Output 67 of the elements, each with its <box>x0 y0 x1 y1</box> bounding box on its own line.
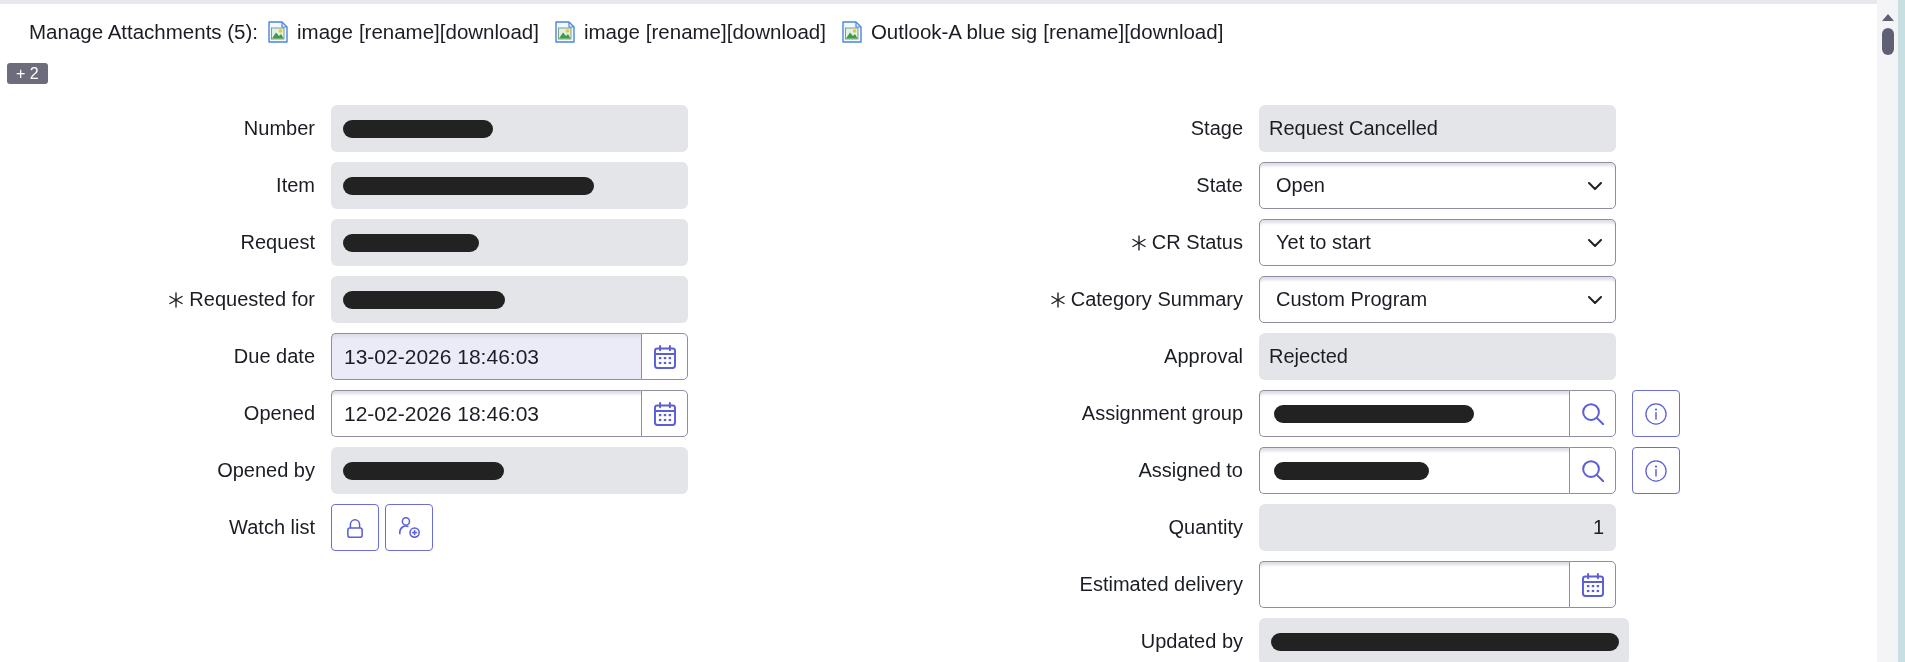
attachment-name-link[interactable]: image <box>583 20 640 44</box>
search-icon <box>1581 402 1604 425</box>
search-button[interactable] <box>1569 447 1616 494</box>
download-link[interactable]: [download] <box>1124 20 1224 44</box>
download-link[interactable]: [download] <box>726 20 826 44</box>
dropdown-field[interactable]: Open <box>1259 162 1616 209</box>
date-input-field[interactable]: 12-02-2026 18:46:03 <box>331 390 641 437</box>
reference-input-field[interactable] <box>1259 390 1569 437</box>
field-label: Request <box>240 231 315 254</box>
date-input-field[interactable] <box>1259 561 1569 608</box>
field-label: Item <box>276 174 315 197</box>
rename-link[interactable]: [rename] <box>1043 20 1125 44</box>
info-icon <box>1645 402 1667 425</box>
chevron-down-icon <box>1588 238 1602 247</box>
lock-button[interactable] <box>331 504 379 551</box>
field-label: Watch list <box>229 516 315 539</box>
search-icon <box>1581 459 1604 482</box>
attachment-name-link[interactable]: Outlook-A blue sig <box>870 20 1038 44</box>
rename-link[interactable]: [rename] <box>645 20 727 44</box>
field-label: Due date <box>233 345 315 368</box>
field-label: Number <box>243 117 315 140</box>
info-icon <box>1645 459 1667 482</box>
field-label: Estimated delivery <box>1079 573 1243 596</box>
scroll-up-arrow-icon[interactable] <box>1881 14 1894 21</box>
person-plus-icon <box>398 517 420 538</box>
calendar-button[interactable] <box>1569 561 1616 608</box>
dropdown-field[interactable]: Custom Program <box>1259 276 1616 323</box>
field-label: Approval <box>1164 345 1243 368</box>
manage-attachments-link[interactable]: Manage Attachments (5): <box>29 20 259 44</box>
field-label: Quantity <box>1168 516 1243 539</box>
image-file-icon <box>841 21 862 43</box>
field-label: State <box>1196 174 1243 197</box>
read-only-field: Rejected <box>1259 333 1616 380</box>
rename-link[interactable]: [rename] <box>358 20 440 44</box>
chevron-down-icon <box>1588 295 1602 304</box>
read-only-field: 1 <box>1259 504 1616 551</box>
info-button[interactable] <box>1632 390 1680 437</box>
scrollbar-thumb[interactable] <box>1881 28 1894 55</box>
field-label: CR Status <box>1151 231 1243 254</box>
read-only-field: Request Cancelled <box>1259 105 1616 152</box>
attachment-name-link[interactable]: image <box>297 20 353 44</box>
chevron-down-icon <box>1588 181 1602 190</box>
image-file-icon <box>554 21 575 43</box>
calendar-icon <box>1581 572 1604 597</box>
download-link[interactable]: [download] <box>439 20 539 44</box>
add-person-button[interactable] <box>385 504 433 551</box>
field-label: Assigned to <box>1138 459 1243 482</box>
calendar-icon <box>653 401 676 426</box>
date-input-field[interactable]: 13-02-2026 18:46:03 <box>331 333 641 380</box>
padlock-icon <box>347 517 363 538</box>
field-label: Opened by <box>217 459 315 482</box>
calendar-button[interactable] <box>641 333 688 380</box>
dropdown-field[interactable]: Yet to start <box>1259 219 1616 266</box>
scrollbar-track[interactable] <box>1877 0 1905 662</box>
field-label: Updated by <box>1140 630 1243 653</box>
field-label: Requested for <box>189 288 315 311</box>
reference-input-field[interactable] <box>1259 447 1569 494</box>
calendar-button[interactable] <box>641 390 688 437</box>
field-label: Opened <box>243 402 315 425</box>
more-attachments-badge[interactable]: + 2 <box>7 63 48 84</box>
calendar-icon <box>653 344 676 369</box>
field-label: Assignment group <box>1081 402 1243 425</box>
info-button[interactable] <box>1632 447 1680 494</box>
search-button[interactable] <box>1569 390 1616 437</box>
field-label: Stage <box>1190 117 1243 140</box>
image-file-icon <box>268 21 289 43</box>
field-label: Category Summary <box>1070 288 1243 311</box>
